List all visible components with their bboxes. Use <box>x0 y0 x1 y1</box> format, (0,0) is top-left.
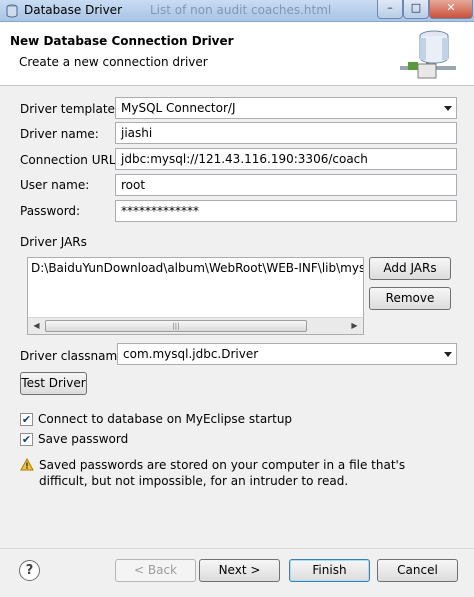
warning-icon <box>20 458 34 471</box>
driver-classname-value: com.mysql.jdbc.Driver <box>123 347 259 361</box>
password-warning-text: Saved passwords are stored on your compu… <box>39 458 406 488</box>
user-name-field[interactable]: root <box>115 174 457 196</box>
chevron-down-icon <box>444 352 452 357</box>
next-button[interactable]: Next > <box>199 559 280 582</box>
database-icon <box>400 30 456 79</box>
driver-template-label: Driver template: <box>20 102 119 116</box>
footer-divider <box>0 548 474 549</box>
background-window-title: List of non audit coaches.html <box>150 3 332 17</box>
driver-template-value: MySQL Connector/J <box>121 101 236 115</box>
help-icon[interactable]: ? <box>19 560 40 581</box>
dialog-header: New Database Connection Driver Create a … <box>0 22 474 86</box>
scroll-left-icon[interactable]: ◀ <box>28 318 45 334</box>
connection-url-field[interactable]: jdbc:mysql://121.43.116.190:3306/coach <box>115 148 457 170</box>
dialog-title: New Database Connection Driver <box>10 34 234 48</box>
back-button[interactable]: < Back <box>115 559 196 582</box>
driver-classname-select[interactable]: com.mysql.jdbc.Driver <box>117 343 457 365</box>
list-item[interactable]: D:\BaiduYunDownload\album\WebRoot\WEB-IN… <box>31 261 363 275</box>
add-jars-button[interactable]: Add JARs <box>369 257 451 280</box>
database-driver-icon <box>6 4 18 18</box>
driver-template-select[interactable]: MySQL Connector/J <box>115 97 457 119</box>
password-field[interactable]: ************* <box>115 200 457 222</box>
title-bar: Database Driver List of non audit coache… <box>0 0 474 22</box>
save-password-label: Save password <box>38 432 129 446</box>
maximize-button[interactable]: □ <box>403 0 429 19</box>
close-button[interactable]: ✕ <box>429 0 473 19</box>
user-name-label: User name: <box>20 178 90 192</box>
test-driver-button[interactable]: Test Driver <box>20 372 87 395</box>
driver-jars-label: Driver JARs <box>20 235 87 249</box>
finish-button[interactable]: Finish <box>289 559 370 582</box>
scroll-right-icon[interactable]: ▶ <box>346 318 363 334</box>
minimize-button[interactable]: – <box>377 0 403 19</box>
driver-classname-label: Driver classname: <box>20 349 129 363</box>
driver-name-field[interactable]: jiashi <box>115 122 457 144</box>
window-title: Database Driver <box>24 3 122 17</box>
scrollbar-thumb[interactable]: ||| <box>45 320 307 332</box>
save-password-checkbox[interactable]: ✔ <box>20 433 33 446</box>
dialog-subtitle: Create a new connection driver <box>19 55 208 69</box>
driver-jars-list[interactable]: D:\BaiduYunDownload\album\WebRoot\WEB-IN… <box>27 257 364 335</box>
chevron-down-icon <box>444 106 452 111</box>
connect-on-startup-checkbox[interactable]: ✔ <box>20 413 33 426</box>
remove-jar-button[interactable]: Remove <box>369 287 451 310</box>
connect-on-startup-label: Connect to database on MyEclipse startup <box>38 412 293 426</box>
horizontal-scrollbar[interactable]: ◀ ||| ▶ <box>28 317 363 334</box>
driver-name-label: Driver name: <box>20 127 99 141</box>
cancel-button[interactable]: Cancel <box>377 559 458 582</box>
connection-url-label: Connection URL: <box>20 153 120 167</box>
password-label: Password: <box>20 204 81 218</box>
